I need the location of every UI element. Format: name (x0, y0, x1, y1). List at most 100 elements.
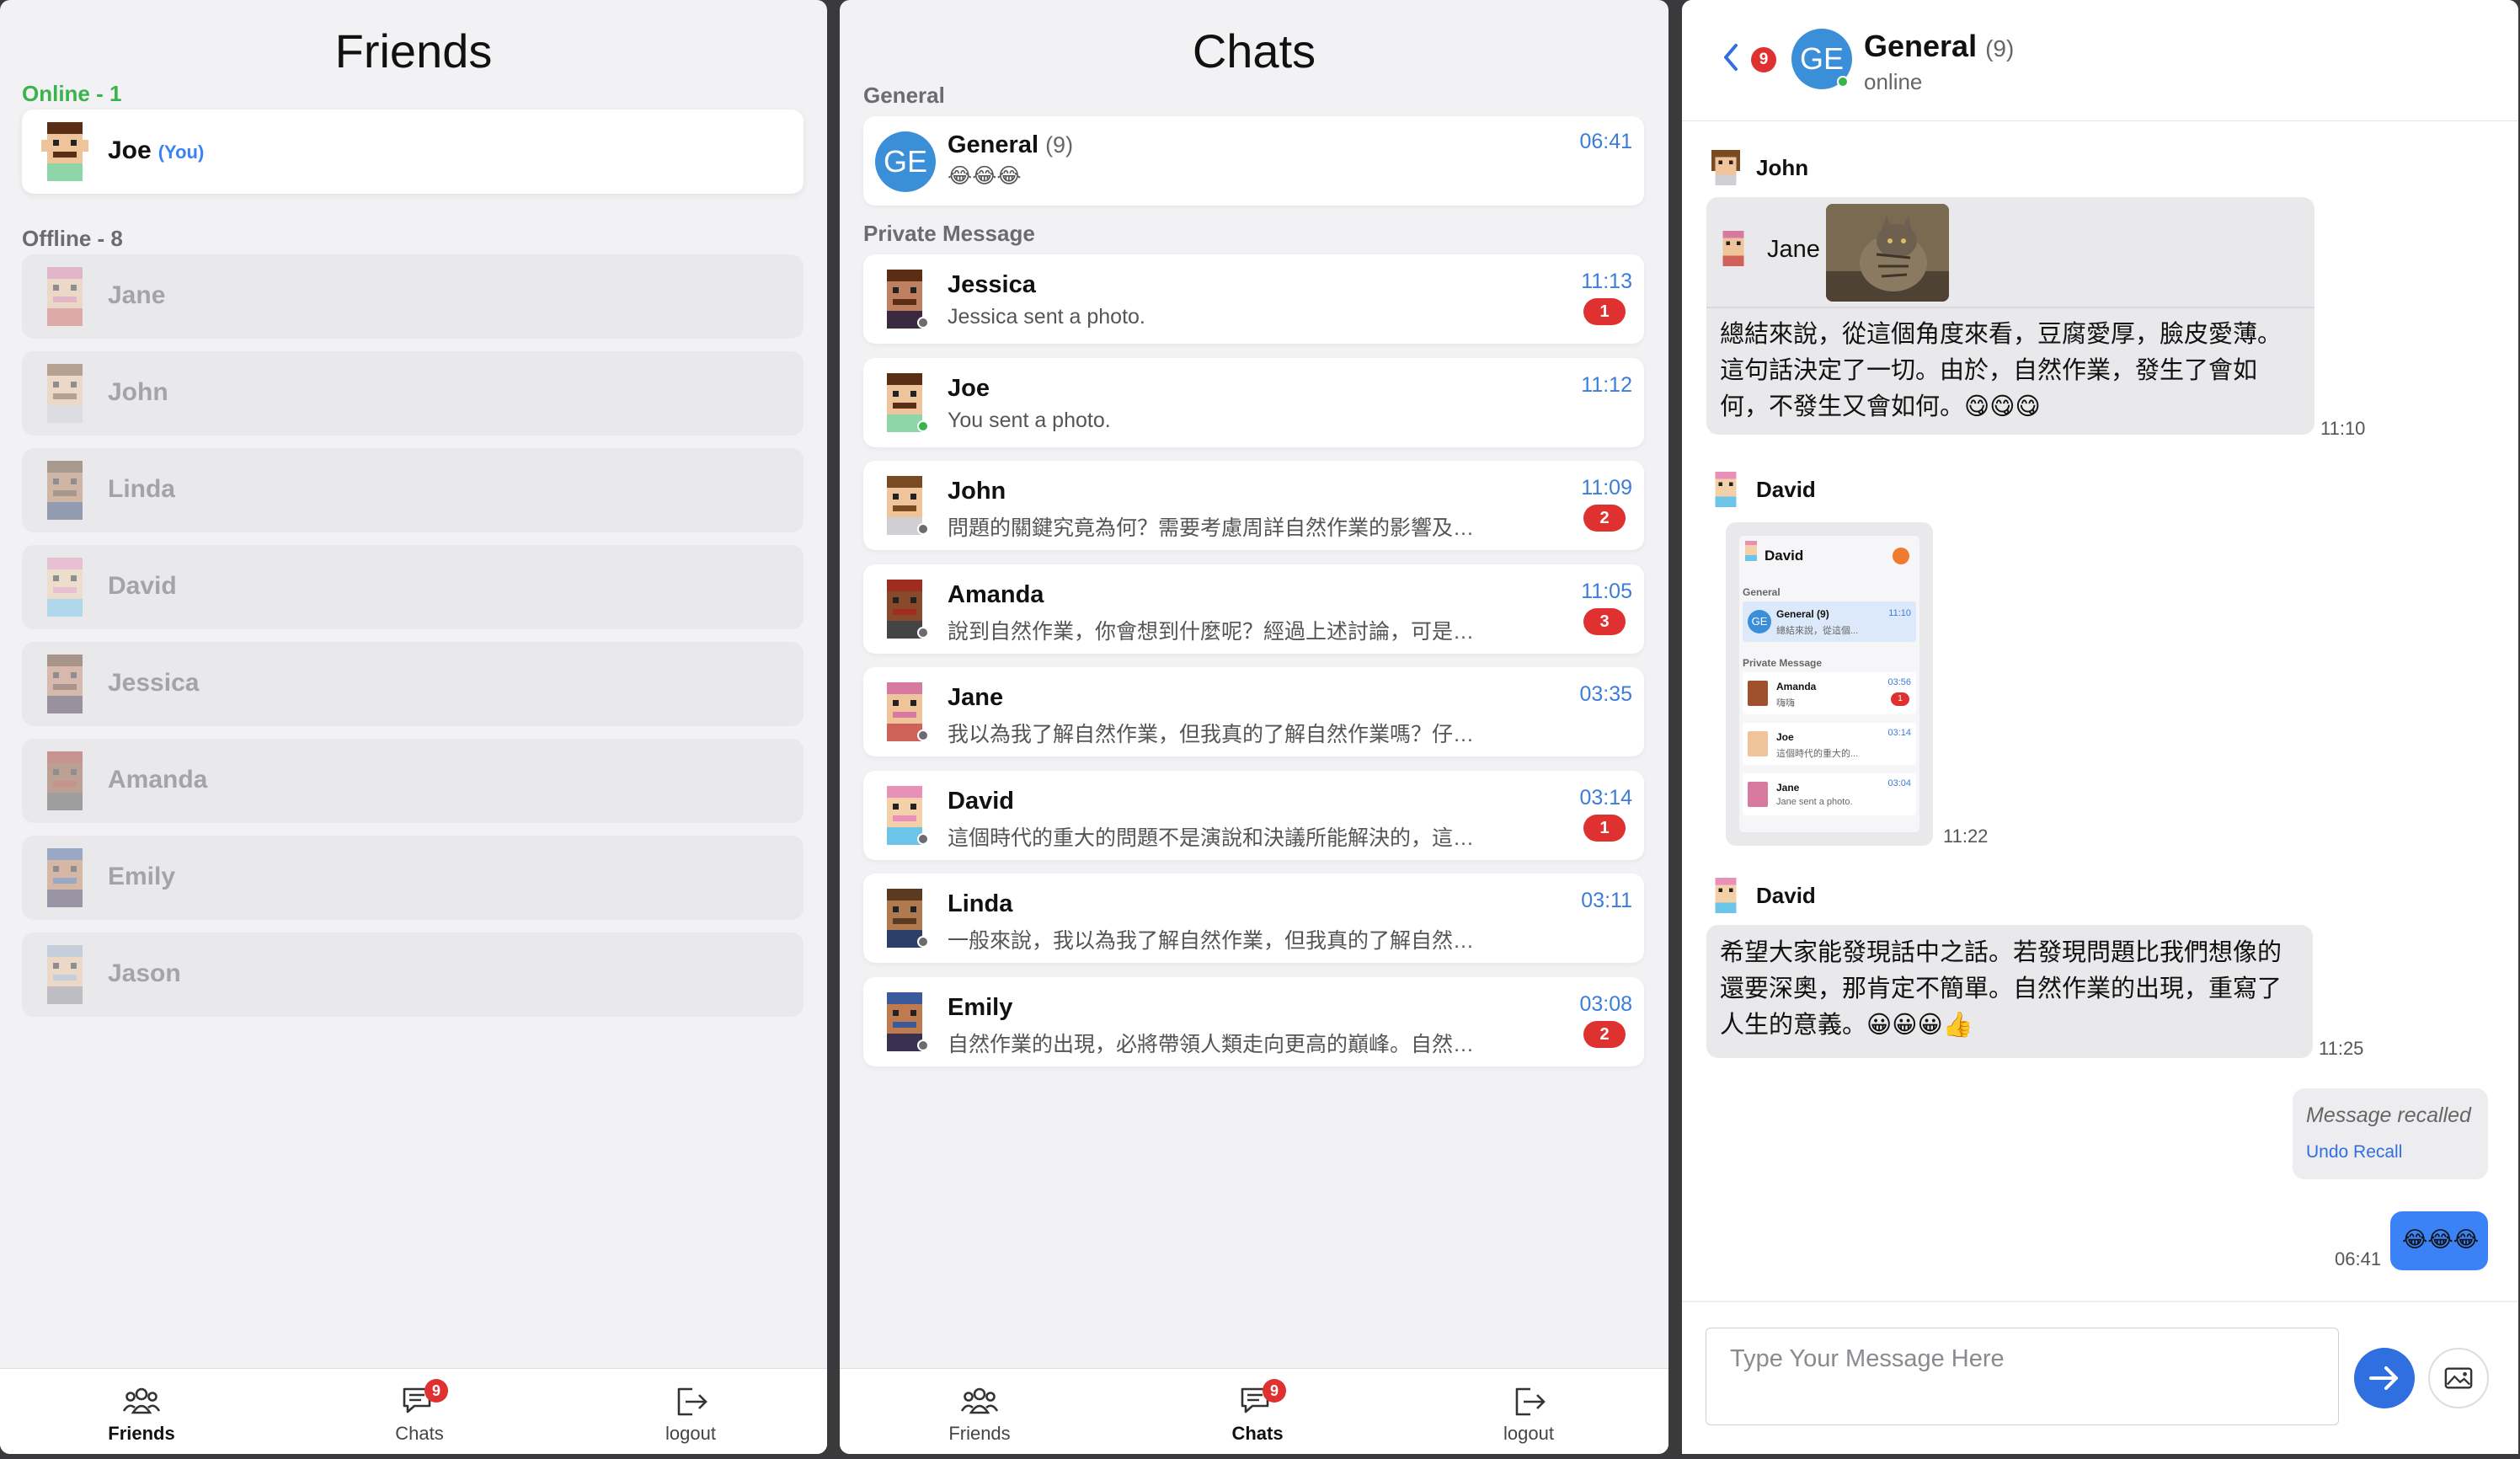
chat-time: 03:14 (1579, 785, 1632, 810)
cat-photo-thumbnail[interactable] (1826, 204, 1949, 302)
sender-name: David (1756, 477, 1816, 502)
unread-badge: 1 (1583, 298, 1626, 325)
friend-item-emily[interactable]: Emily (22, 836, 804, 920)
chat-name: Amanda (948, 580, 1044, 608)
friend-item-amanda[interactable]: Amanda (22, 739, 804, 823)
friend-item-john[interactable]: John (22, 351, 804, 436)
friend-item-jessica[interactable]: Jessica (22, 642, 804, 726)
online-header: Online - 1 (22, 81, 122, 106)
back-chevron-icon[interactable] (1722, 42, 1739, 72)
tab-chats[interactable]: 9 Chats (1182, 1369, 1333, 1454)
status-dot (917, 523, 929, 535)
chats-badge: 9 (1263, 1379, 1286, 1403)
recalled-message: Message recalled Undo Recall (2293, 1088, 2488, 1179)
screenshot-preview: David General GE General (9) 總結來說，從這個...… (1739, 536, 1919, 832)
chat-item-joe[interactable]: Joe You sent a photo. 11:12 (863, 357, 1644, 447)
friend-item-jane[interactable]: Jane (22, 254, 804, 339)
thumb-row-time: 03:14 (1887, 728, 1911, 738)
recalled-text: Message recalled (2306, 1104, 2471, 1127)
friend-name: Jane (108, 281, 166, 309)
status-dot (917, 1039, 929, 1051)
tab-friends[interactable]: Friends (66, 1369, 217, 1454)
logout-icon (1508, 1384, 1549, 1419)
thumb-logout-icon (1893, 548, 1909, 564)
online-dot (1837, 76, 1849, 88)
screenshot-image-message[interactable]: David General GE General (9) 總結來說，從這個...… (1726, 522, 1933, 846)
avatar (40, 655, 89, 713)
status-dot (917, 317, 929, 329)
own-message-bubble[interactable]: 😂😂😂 (2390, 1211, 2488, 1270)
chat-name: Joe (948, 374, 990, 402)
logout-icon (670, 1384, 711, 1419)
chat-item-david[interactable]: David 這個時代的重大的問題不是演說和決議所能解決的，這… 03:14 1 (863, 770, 1644, 860)
chat-item-linda[interactable]: Linda 一般來說，我以為我了解自然作業，但我真的了解自然… 03:11 (863, 874, 1644, 963)
chat-name: Emily (948, 993, 1013, 1021)
status-dot (917, 832, 929, 845)
chats-icon: 9 (1237, 1379, 1286, 1419)
message-input[interactable]: Type Your Message Here (1706, 1328, 2339, 1425)
tab-bar: Friends 9 Chats logout (0, 1368, 827, 1454)
you-tag: (You) (158, 142, 205, 163)
friend-item-jason[interactable]: Jason (22, 933, 804, 1017)
sender-name: David (1756, 883, 1816, 908)
friend-name: Joe (108, 136, 152, 164)
chat-item-jessica[interactable]: Jessica Jessica sent a photo. 11:13 1 (863, 254, 1644, 344)
chat-name: Jessica (948, 271, 1036, 298)
thumb-general-name: General (9) (1776, 608, 1829, 620)
status-dot (917, 936, 929, 948)
chat-preview: 😂😂😂 (948, 164, 1022, 188)
chat-name: John (948, 478, 1006, 505)
tab-label: Friends (948, 1423, 1011, 1444)
thumb-general-label: General (1743, 586, 1781, 598)
avatar (1711, 878, 1741, 913)
chat-item-emily[interactable]: Emily 自然作業的出現，必將帶領人類走向更高的巔峰。自然… 03:08 2 (863, 976, 1644, 1066)
tab-friends[interactable]: Friends (904, 1369, 1055, 1454)
friend-item-joe[interactable]: Joe (You) (22, 110, 804, 194)
chat-item-amanda[interactable]: Amanda 說到自然作業，你會想到什麼呢？經過上述討論，可是… 11:05 3 (863, 564, 1644, 654)
friend-name: Jason (108, 959, 181, 987)
tab-label: Chats (1231, 1423, 1284, 1444)
thumb-row-preview: 這個時代的重大的... (1776, 749, 1859, 759)
chats-badge: 9 (424, 1379, 448, 1403)
message-text: 總結來說，從這個角度來看，豆腐愛厚，臉皮愛薄。這句話決定了一切。由於，自然作業，… (1720, 321, 2282, 420)
avatar (40, 751, 89, 810)
chat-name: David (948, 787, 1014, 815)
reply-name: Jane (1767, 236, 1820, 263)
thumb-row-time: 03:56 (1887, 677, 1911, 687)
chat-item-john[interactable]: John 問題的關鍵究竟為何？需要考慮周詳自然作業的影響及… 11:09 2 (863, 461, 1644, 550)
friend-name: John (108, 378, 168, 406)
tab-label: logout (665, 1423, 716, 1444)
thumb-user: David (1765, 548, 1804, 564)
chat-preview: 這個時代的重大的問題不是演說和決議所能解決的，這… (948, 826, 1475, 850)
chat-item-jane[interactable]: Jane 我以為我了解自然作業，但我真的了解自然作業嗎？仔… 03:35 (863, 667, 1644, 756)
undo-recall-link[interactable]: Undo Recall (2306, 1142, 2402, 1162)
friend-item-david[interactable]: David (22, 545, 804, 629)
avatar (40, 267, 89, 326)
chats-icon: 9 (399, 1379, 448, 1419)
tab-logout[interactable]: logout (615, 1369, 766, 1454)
unread-badge: 2 (1583, 1020, 1626, 1048)
avatar (1711, 472, 1741, 507)
image-upload-icon[interactable] (2428, 1348, 2489, 1408)
sender-name: John (1756, 155, 1809, 180)
send-button[interactable] (2354, 1348, 2415, 1408)
avatar (1718, 231, 1749, 266)
avatar (40, 461, 89, 520)
friend-item-linda[interactable]: Linda (22, 448, 804, 532)
friend-name: Jessica (108, 669, 200, 697)
chat-preview: You sent a photo. (948, 408, 1111, 432)
friend-name: Linda (108, 475, 175, 503)
thumb-row-name: Joe (1776, 731, 1794, 743)
message-bubble[interactable]: Jane 總結來說，從這個角度來看，豆腐愛厚，臉皮愛薄。這句話決定了一切。由於，… (1706, 197, 2314, 435)
room-header: 9 GE General (9) online (1682, 0, 2518, 121)
thumb-row-name: Jane (1776, 782, 1800, 794)
composer: Type Your Message Here (1682, 1301, 2518, 1454)
chat-time: 03:11 (1581, 889, 1632, 912)
chat-preview: 問題的關鍵究竟為何？需要考慮周詳自然作業的影響及… (948, 516, 1475, 540)
tab-logout[interactable]: logout (1453, 1369, 1604, 1454)
tab-chats[interactable]: 9 Chats (344, 1369, 495, 1454)
chat-name: Jane (948, 684, 1004, 711)
unread-badge: 3 (1583, 607, 1626, 635)
message-bubble[interactable]: 希望大家能發現話中之話。若發現問題比我們想像的還要深奧，那肯定不簡單。自然作業的… (1706, 925, 2313, 1058)
chat-item-general[interactable]: GE General (9) 😂😂😂 06:41 (863, 116, 1644, 206)
